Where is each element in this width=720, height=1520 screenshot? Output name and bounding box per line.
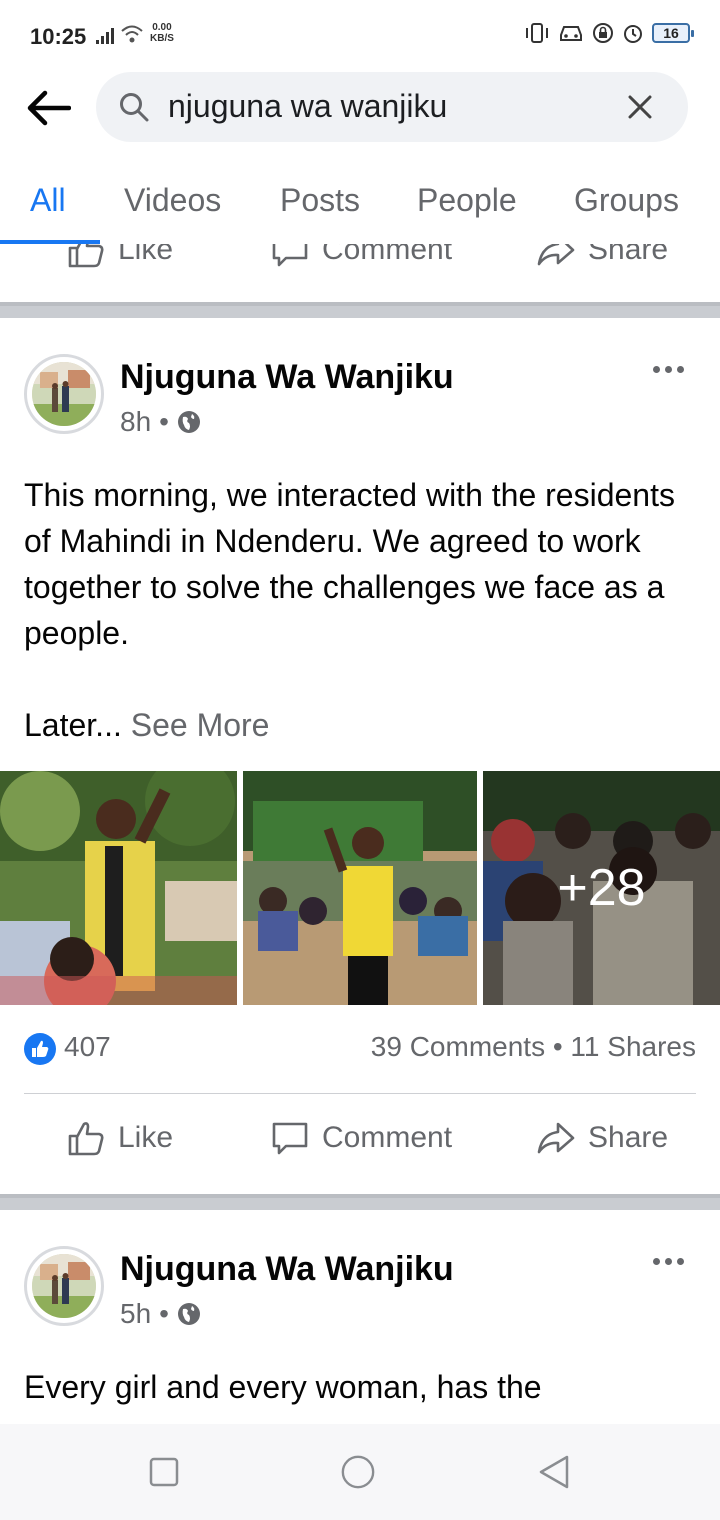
- actions-divider: [24, 1093, 696, 1094]
- previous-share-button[interactable]: Share: [536, 244, 668, 270]
- tab-all[interactable]: All: [30, 182, 66, 219]
- like-button[interactable]: Like: [66, 1118, 173, 1158]
- status-bar: 10:25 0.00 KB/S 16: [0, 0, 720, 72]
- car-icon: [560, 26, 582, 41]
- square-icon: [149, 1457, 179, 1487]
- post-meta: 5h •: [120, 1298, 201, 1330]
- triangle-back-icon: [539, 1455, 569, 1489]
- truncated-text: Later...: [24, 707, 122, 743]
- post-photo[interactable]: [0, 771, 237, 1005]
- system-navigation-bar: [0, 1424, 720, 1520]
- tab-groups[interactable]: Groups: [574, 182, 679, 219]
- avatar-photo: [32, 362, 96, 426]
- post-text: Every girl and every woman, has the: [24, 1369, 542, 1405]
- reactions-row: 407 39 Comments • 11 Shares: [24, 1031, 696, 1071]
- back-button[interactable]: [22, 82, 74, 134]
- like-label: Like: [118, 1121, 174, 1154]
- wifi-icon: [121, 25, 143, 43]
- comment-label: Comment: [322, 1121, 453, 1154]
- meta-separator: •: [159, 1298, 169, 1329]
- share-icon: [537, 1122, 575, 1154]
- home-button[interactable]: [340, 1454, 376, 1490]
- close-icon: [628, 95, 652, 119]
- search-filter-tabs: All Videos Posts People Groups: [0, 172, 720, 244]
- post-time: 8h: [120, 406, 152, 437]
- post-photo-more[interactable]: +28: [483, 771, 720, 1005]
- comment-icon: [272, 1122, 308, 1155]
- share-button[interactable]: Share: [536, 1118, 668, 1158]
- back-arrow-icon: [27, 90, 71, 126]
- thumbs-up-icon: [68, 1122, 104, 1156]
- previous-like-label: Like: [118, 244, 174, 266]
- lock-circle-icon: [593, 23, 613, 43]
- speed-unit: KB/S: [150, 33, 174, 44]
- avatar[interactable]: [24, 354, 104, 434]
- speed-value: 0.00: [152, 22, 172, 33]
- battery-icon: 16: [652, 23, 694, 43]
- tab-people[interactable]: People: [417, 182, 517, 219]
- see-more-link[interactable]: See More: [131, 707, 270, 743]
- previous-like-button[interactable]: Like: [66, 244, 173, 270]
- recents-button[interactable]: [146, 1454, 182, 1490]
- previous-share-label: Share: [588, 244, 669, 266]
- search-input[interactable]: njuguna wa wanjiku: [96, 72, 688, 142]
- comments-shares-count[interactable]: 39 Comments • 11 Shares: [371, 1031, 696, 1063]
- vibrate-icon: [526, 23, 548, 43]
- post-text-truncated: Later... See More: [24, 702, 704, 748]
- status-right-icons: 16: [524, 22, 694, 44]
- more-photos-count: +28: [483, 771, 720, 1005]
- search-icon: [120, 93, 149, 122]
- post-author[interactable]: Njuguna Wa Wanjiku: [120, 358, 454, 397]
- signal-icon: [96, 26, 114, 44]
- globe-icon: [177, 411, 200, 433]
- post-options-button[interactable]: [653, 366, 684, 373]
- back-nav-button[interactable]: [536, 1454, 572, 1490]
- comment-icon: [272, 244, 308, 267]
- post-divider: [0, 302, 720, 318]
- post-actions: Like Comment Share: [0, 1110, 720, 1170]
- post-card: Njuguna Wa Wanjiku 8h • This morning, we…: [0, 318, 720, 1194]
- alarm-icon: [624, 25, 642, 43]
- circle-icon: [341, 1455, 375, 1489]
- post-card: Njuguna Wa Wanjiku 5h • Every girl and e…: [0, 1210, 720, 1424]
- post-meta: 8h •: [120, 406, 201, 438]
- search-query[interactable]: njuguna wa wanjiku: [168, 88, 447, 125]
- status-time: 10:25: [30, 24, 87, 49]
- avatar[interactable]: [24, 1246, 104, 1326]
- post-time: 5h: [120, 1298, 152, 1329]
- meta-separator: •: [159, 406, 169, 437]
- post-text: This morning, we interacted with the res…: [24, 477, 675, 651]
- post-author[interactable]: Njuguna Wa Wanjiku: [120, 1250, 454, 1289]
- like-count[interactable]: 407: [64, 1031, 111, 1063]
- clear-search-button[interactable]: [622, 89, 658, 125]
- previous-comment-label: Comment: [322, 244, 453, 266]
- post-photo[interactable]: [243, 771, 477, 1005]
- tab-videos[interactable]: Videos: [124, 182, 221, 219]
- comment-button[interactable]: Comment: [270, 1118, 452, 1158]
- globe-icon: [177, 1303, 200, 1325]
- search-header: njuguna wa wanjiku: [0, 72, 720, 152]
- share-icon: [537, 244, 575, 266]
- avatar-photo: [32, 1254, 96, 1318]
- post-divider: [0, 1194, 720, 1210]
- previous-post-actions: Like Comment Share: [0, 244, 720, 302]
- share-label: Share: [588, 1121, 669, 1154]
- tab-posts[interactable]: Posts: [280, 182, 360, 219]
- previous-comment-button[interactable]: Comment: [270, 244, 452, 270]
- like-reaction-icon[interactable]: [24, 1033, 56, 1065]
- post-options-button[interactable]: [653, 1258, 684, 1265]
- post-photos: +28: [0, 771, 720, 1005]
- network-speed: 0.00 KB/S: [150, 22, 174, 44]
- thumbs-up-icon: [68, 244, 104, 268]
- status-left-icons: 0.00 KB/S: [96, 22, 174, 44]
